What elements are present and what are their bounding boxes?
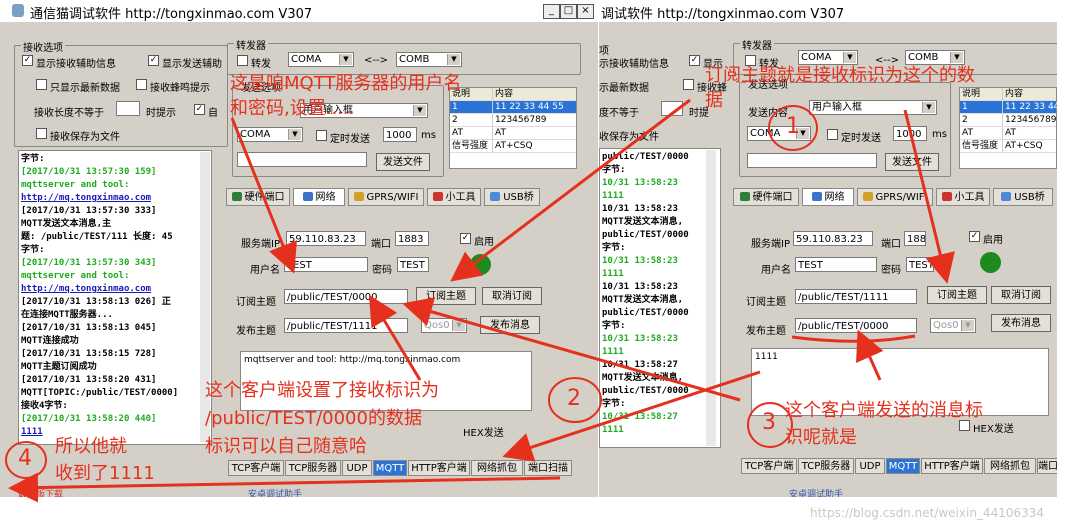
annotation-username-line2: 和密码,设置..... (230, 98, 355, 119)
annotation-received-line2: 收到了1111 (55, 463, 155, 484)
annotation-username-line1: 这是咱MQTT服务器的用户名 (230, 73, 462, 94)
annotation-subscribe-line1: 订阅主题就是接收标识为这个的数 (705, 65, 975, 86)
circle-3-number: 3 (762, 410, 776, 435)
arrow-to-message (502, 370, 761, 462)
arrow-to-right-subscribe (903, 109, 955, 284)
circle-1-number: 1 (786, 114, 800, 139)
circle-2-number: 2 (567, 386, 581, 411)
arrow-to-sub-topic (368, 294, 422, 381)
watermark: https://blog.csdn.net/weixin_44106334 (810, 506, 1045, 520)
arrow-to-username (230, 117, 298, 274)
annotation-client-line3: 标识可以自己随意哈 (205, 436, 367, 457)
annotation-publisher-line2: 识呢就是 (785, 427, 857, 448)
annotation-client-line2: /public/TEST/0000的数据 (205, 408, 422, 429)
annotation-publisher-line1: 这个客户端发送的消息标 (785, 400, 983, 421)
circle-4-number: 4 (18, 446, 32, 471)
annotation-received-line1: 所以他就 (55, 436, 127, 457)
annotation-subscribe-line2: 据 (705, 90, 723, 111)
annotation-client-line1: 这个客户端设置了接收标识为 (205, 380, 439, 401)
arrow-to-subscribe (450, 98, 691, 282)
underline-pub-topic (791, 334, 916, 343)
